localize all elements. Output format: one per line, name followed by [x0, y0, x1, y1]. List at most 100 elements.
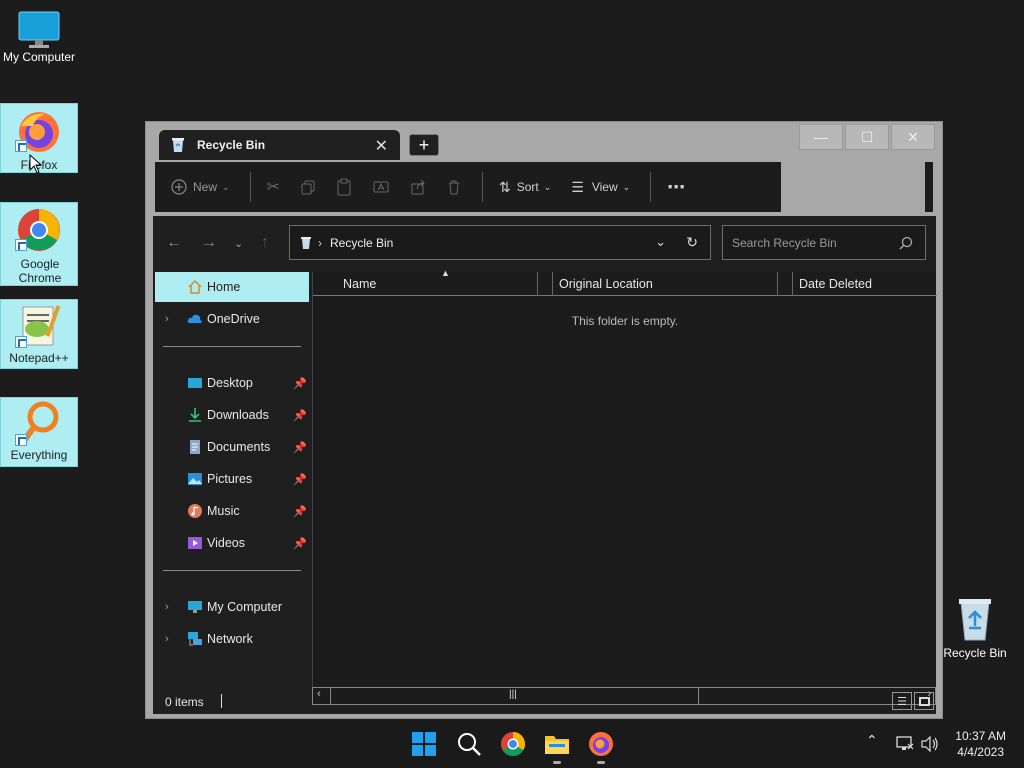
expand-chevron-icon[interactable]: › — [165, 601, 169, 613]
column-header-name[interactable]: Name — [343, 277, 376, 291]
sidebar-item-label: Network — [207, 632, 253, 646]
sidebar-item-documents[interactable]: Documents 📌 — [155, 432, 309, 462]
search-input[interactable]: Search Recycle Bin — [722, 225, 926, 260]
file-explorer-icon[interactable] — [543, 730, 571, 758]
address-dropdown-icon[interactable]: ⌄ — [655, 234, 666, 250]
delete-button[interactable] — [446, 179, 462, 195]
tab-title: Recycle Bin — [197, 138, 266, 152]
sidebar-item-my-computer[interactable]: › My Computer — [155, 592, 309, 622]
cut-button[interactable]: ✂ — [267, 177, 280, 197]
maximize-button[interactable]: ☐ — [845, 124, 889, 150]
horizontal-scrollbar[interactable]: ‹ ||| › — [312, 687, 936, 705]
show-hidden-icons-chevron-icon[interactable]: ⌃ — [866, 732, 878, 749]
download-icon — [189, 408, 201, 422]
desktop-icon-label: Everything — [10, 448, 68, 462]
column-header-date-deleted[interactable]: Date Deleted — [799, 277, 872, 291]
start-windows-icon[interactable] — [410, 730, 438, 758]
search-icon[interactable] — [455, 730, 483, 758]
search-placeholder: Search Recycle Bin — [732, 235, 837, 250]
forward-arrow-icon[interactable]: → — [201, 234, 217, 252]
sidebar-item-downloads[interactable]: Downloads 📌 — [155, 400, 309, 430]
network-status-icon[interactable] — [896, 736, 914, 752]
sidebar-item-label: Desktop — [207, 376, 253, 390]
desktop-icon-label: Recycle Bin — [943, 646, 1007, 660]
cloud-icon — [187, 314, 202, 323]
minimize-button[interactable]: — — [799, 124, 843, 150]
empty-folder-message: This folder is empty. — [571, 314, 679, 328]
desktop-icon-chrome[interactable]: Google Chrome — [0, 202, 78, 286]
share-icon — [411, 179, 425, 195]
column-header-original-location[interactable]: Original Location — [559, 277, 653, 291]
sidebar-item-pictures[interactable]: Pictures 📌 — [155, 464, 309, 494]
sidebar-item-label: Documents — [207, 440, 271, 454]
column-divider[interactable] — [552, 272, 553, 296]
desktop-icon-label: My Computer — [2, 50, 76, 64]
chrome-icon[interactable] — [499, 730, 527, 758]
desktop-icon-notepadpp[interactable]: Notepad++ — [0, 299, 78, 369]
desktop-icon-firefox[interactable]: Firefox — [0, 103, 78, 174]
back-arrow-icon[interactable]: ← — [166, 234, 182, 252]
column-header-row: ▲ Name Original Location Date Deleted — [313, 268, 937, 296]
sidebar-item-desktop[interactable]: Desktop 📌 — [155, 368, 309, 398]
desktop-icon-everything[interactable]: Everything — [0, 397, 78, 467]
status-item-count: 0 items — [165, 695, 204, 709]
chevron-down-icon: ⌄ — [222, 181, 230, 192]
sidebar-item-home[interactable]: Home — [155, 272, 309, 302]
sidebar-item-network[interactable]: › Network — [155, 624, 309, 654]
file-list-pane: ▲ Name Original Location Date Deleted Th… — [312, 268, 937, 688]
close-window-button[interactable]: ✕ — [891, 124, 935, 150]
sidebar-item-label: Videos — [207, 536, 245, 550]
up-arrow-icon[interactable]: ↑ — [261, 234, 269, 252]
sort-button[interactable]: ⇅ Sort ⌄ — [499, 179, 551, 196]
navigation-pane: Home › OneDrive Desktop 📌 Downloads 📌 Do… — [155, 272, 309, 684]
recent-chevron-icon[interactable]: ⌄ — [234, 237, 243, 250]
paste-button[interactable] — [336, 178, 352, 196]
large-icons-view-button[interactable] — [914, 692, 934, 710]
view-button[interactable]: ☰ View ⌄ — [571, 179, 630, 196]
close-tab-icon[interactable]: ✕ — [375, 136, 388, 156]
more-options-button[interactable]: ⋯ — [667, 177, 685, 198]
desktop-icon-recycle-bin[interactable]: Recycle Bin — [936, 596, 1014, 660]
video-icon — [188, 537, 202, 549]
firefox-icon[interactable] — [587, 730, 615, 758]
sidebar-item-videos[interactable]: Videos 📌 — [155, 528, 309, 558]
explorer-content: ← → ⌄ ↑ › Recycle Bin ⌄ ↻ Search Recycle… — [153, 216, 937, 714]
view-label: View — [591, 180, 618, 194]
pin-icon: 📌 — [293, 409, 307, 422]
share-button[interactable] — [410, 179, 426, 195]
column-divider[interactable] — [537, 272, 538, 296]
new-button[interactable]: New ⌄ — [171, 179, 230, 195]
expand-chevron-icon[interactable]: › — [165, 313, 169, 325]
running-app-indicator — [597, 761, 605, 764]
pin-icon: 📌 — [293, 505, 307, 518]
sidebar-item-onedrive[interactable]: › OneDrive — [155, 304, 309, 334]
column-divider[interactable] — [792, 272, 793, 296]
desktop-icon-label: Notepad++ — [9, 351, 69, 365]
trash-icon — [448, 180, 459, 195]
active-app-indicator — [553, 761, 561, 764]
details-view-button[interactable]: ☰ — [892, 692, 912, 710]
desktop-icon-my-computer[interactable]: My Computer — [0, 8, 78, 64]
scrollbar-thumb[interactable]: ||| — [330, 687, 699, 705]
toolbar-divider — [481, 172, 483, 202]
system-clock[interactable]: 10:37 AM 4/4/2023 — [955, 728, 1006, 760]
new-tab-button[interactable]: + — [409, 134, 439, 156]
toolbar-edge — [925, 162, 933, 212]
column-divider[interactable] — [777, 272, 778, 296]
expand-chevron-icon[interactable]: › — [165, 633, 169, 645]
document-icon — [190, 440, 200, 454]
monitor-icon — [18, 11, 60, 48]
refresh-icon[interactable]: ↻ — [686, 234, 698, 251]
sidebar-item-label: Pictures — [207, 472, 253, 486]
address-bar[interactable]: › Recycle Bin ⌄ ↻ — [289, 225, 711, 260]
volume-icon[interactable] — [921, 736, 939, 752]
sidebar-item-music[interactable]: Music 📌 — [155, 496, 309, 526]
scroll-left-icon[interactable]: ‹ — [317, 688, 321, 700]
toolbar-divider — [650, 172, 652, 202]
tab-recycle-bin[interactable]: Recycle Bin ✕ — [159, 130, 400, 160]
breadcrumb-recycle-bin[interactable]: Recycle Bin — [330, 236, 393, 250]
rename-button[interactable] — [372, 179, 390, 195]
shortcut-arrow-icon — [15, 140, 27, 152]
copy-button[interactable] — [300, 179, 316, 195]
rename-icon — [373, 181, 389, 193]
